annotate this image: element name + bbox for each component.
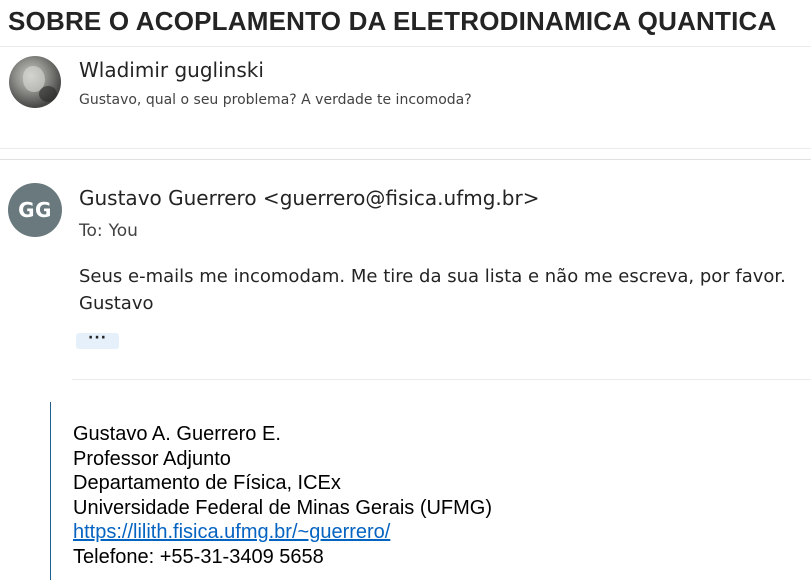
to-recipient[interactable]: You	[109, 221, 138, 241]
signature-website-link[interactable]: https://lilith.fisica.ufmg.br/~guerrero/	[73, 521, 390, 543]
message-from[interactable]: Gustavo Guerrero <guerrero@fisica.ufmg.b…	[79, 186, 539, 210]
sender-avatar-initials[interactable]: GG	[8, 183, 62, 237]
show-quoted-text-button[interactable]: ···	[76, 330, 119, 349]
signature-title: Professor Adjunto	[73, 447, 231, 470]
divider	[0, 148, 811, 149]
email-subject-title: SOBRE O ACOPLAMENTO DA ELETRODINAMICA QU…	[8, 6, 777, 36]
divider	[72, 379, 811, 380]
message-recipients: To: You	[79, 221, 138, 241]
signature-block: Gustavo A. Guerrero E. Professor Adjunto…	[73, 422, 492, 569]
body-line: Gustavo	[79, 293, 154, 314]
signature-department: Departamento de Física, ICEx	[73, 472, 341, 494]
divider	[0, 46, 811, 47]
body-line: Seus e-mails me incomodam. Me tire da su…	[79, 266, 786, 287]
message-body: Seus e-mails me incomodam. Me tire da su…	[79, 263, 786, 317]
message-preview-text[interactable]: Gustavo, qual o seu problema? A verdade …	[79, 92, 472, 108]
signature-phone: Telefone: +55-31-3409 5658	[73, 545, 324, 568]
signature-name: Gustavo A. Guerrero E.	[73, 423, 281, 445]
message-sender-name[interactable]: Wladimir guglinski	[79, 58, 264, 82]
quote-bar	[50, 402, 51, 580]
avatar-photo-shadow	[39, 86, 57, 102]
divider	[0, 159, 811, 160]
signature-university: Universidade Federal de Minas Gerais (UF…	[73, 496, 493, 519]
to-label: To:	[79, 221, 103, 241]
sender-avatar-photo[interactable]	[9, 56, 61, 108]
more-dots-icon: ···	[88, 330, 107, 346]
